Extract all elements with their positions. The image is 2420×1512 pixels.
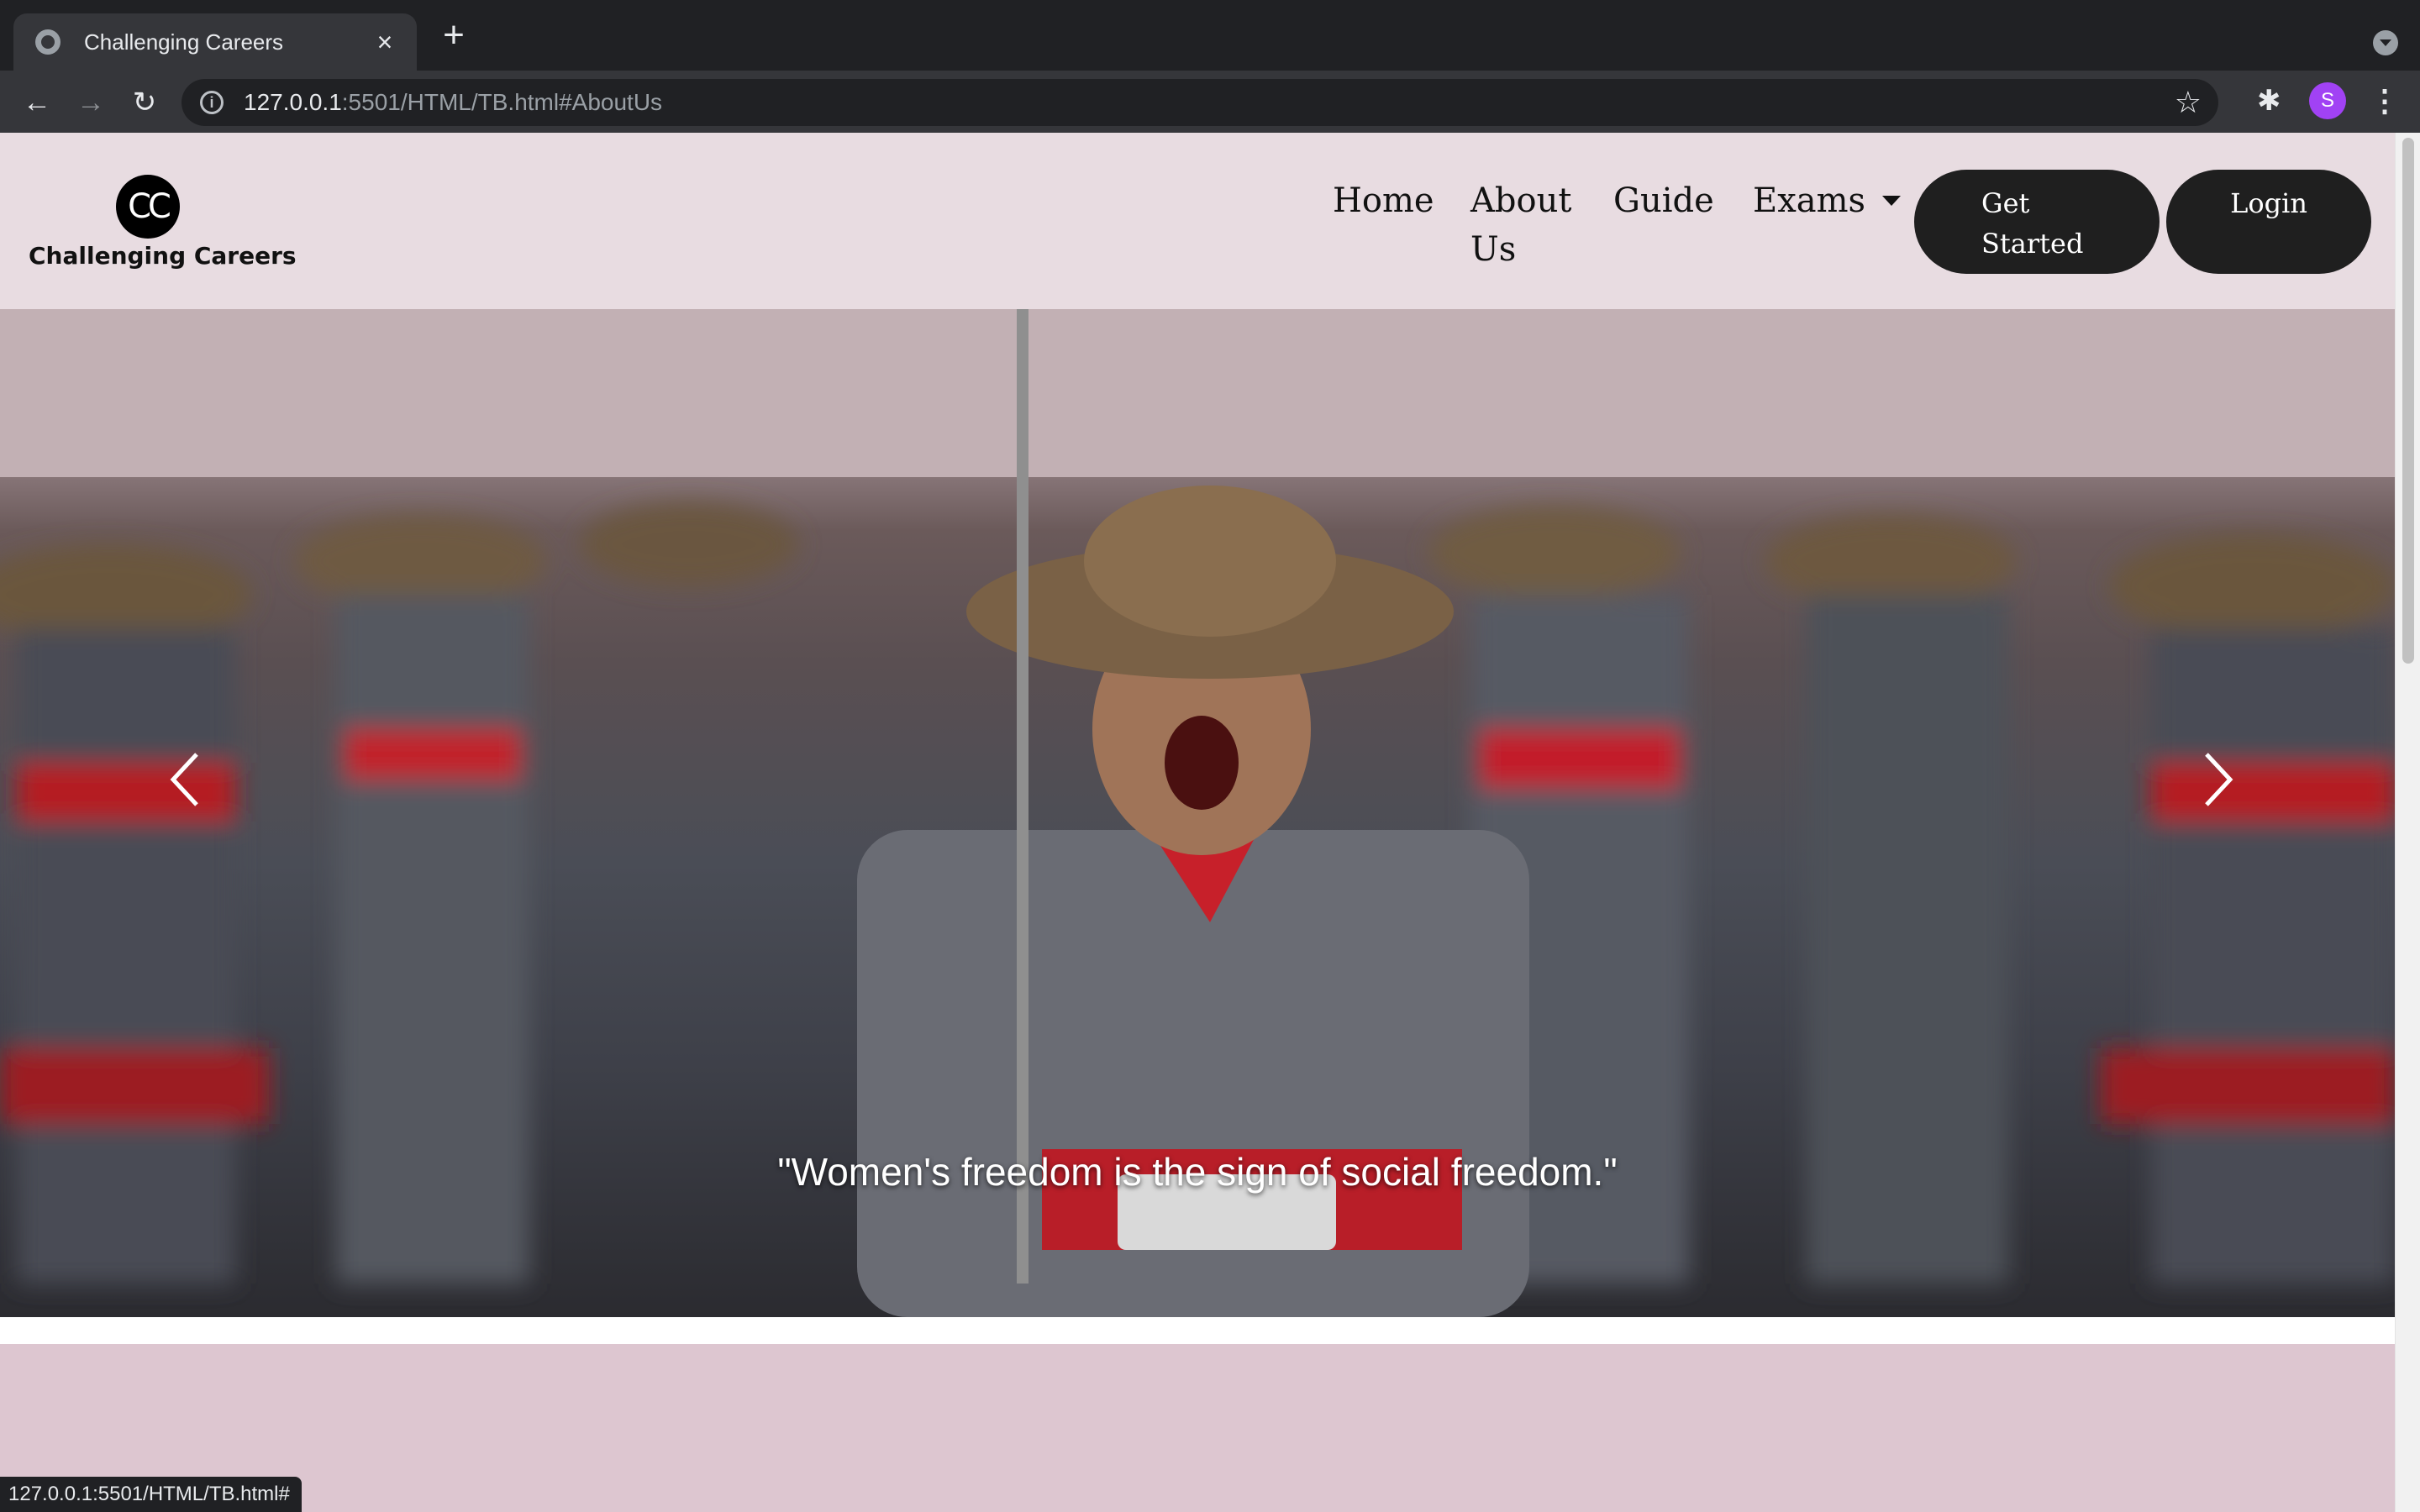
nav-home[interactable]: Home (1333, 176, 1434, 225)
forward-button[interactable]: → (72, 84, 109, 121)
chevron-left-icon[interactable] (160, 746, 210, 813)
get-started-label: Get Started (1981, 187, 2084, 260)
logo-text: Challenging Careers (29, 242, 297, 270)
url-text: 127.0.0.1:5501/HTML/TB.html#AboutUs (244, 89, 663, 115)
nav-about-us[interactable]: About Us (1470, 176, 1580, 274)
login-label: Login (2230, 187, 2307, 219)
sky-backdrop (0, 309, 2395, 477)
logo-mark: CC (116, 175, 180, 239)
browser-menu-icon[interactable]: ⋮ (2370, 82, 2400, 119)
hero-carousel: "Women's freedom is the sign of social f… (0, 309, 2395, 1317)
get-started-button[interactable]: Get Started (1914, 170, 2160, 274)
page-viewport: CC Challenging Careers Home About Us Gui… (0, 133, 2420, 1512)
back-button[interactable]: ← (18, 84, 55, 121)
caret-down-icon (1882, 196, 1902, 206)
status-url-bubble: 127.0.0.1:5501/HTML/TB.html# (0, 1477, 302, 1512)
close-tab-icon[interactable]: × (370, 27, 400, 58)
nav-guide[interactable]: Guide (1613, 176, 1714, 225)
browser-tab[interactable]: Challenging Careers × (13, 13, 417, 71)
section-divider (0, 1317, 2395, 1344)
puzzle-icon[interactable]: ✱ (2257, 82, 2281, 119)
tab-search-icon[interactable] (2373, 30, 2398, 55)
reload-button[interactable]: ↻ (126, 84, 163, 121)
browser-tabstrip: Challenging Careers × + (0, 0, 2420, 71)
new-tab-button[interactable]: + (437, 17, 471, 54)
site-logo[interactable]: CC Challenging Careers (29, 175, 297, 270)
info-icon[interactable]: i (200, 91, 224, 114)
browser-toolbar: ← → ↻ i 127.0.0.1:5501/HTML/TB.html#Abou… (0, 71, 2420, 133)
login-button[interactable]: Login (2166, 170, 2371, 274)
hero-caption: "Women's freedom is the sign of social f… (777, 1150, 1618, 1194)
chevron-right-icon[interactable] (2193, 746, 2244, 813)
profile-avatar[interactable]: S (2309, 82, 2346, 119)
address-bar[interactable]: i 127.0.0.1:5501/HTML/TB.html#AboutUs ☆ (182, 79, 2218, 126)
page-scrollbar[interactable] (2395, 133, 2420, 1512)
globe-icon (35, 29, 60, 55)
nav-exams-label: Exams (1753, 181, 1866, 220)
scrollbar-thumb[interactable] (2402, 138, 2414, 664)
tab-title: Challenging Careers (84, 29, 284, 55)
star-icon[interactable]: ☆ (2175, 86, 2202, 119)
site-header: CC Challenging Careers Home About Us Gui… (0, 133, 2395, 309)
nav-exams-dropdown[interactable]: Exams (1753, 176, 1902, 225)
about-us-section (0, 1344, 2395, 1512)
